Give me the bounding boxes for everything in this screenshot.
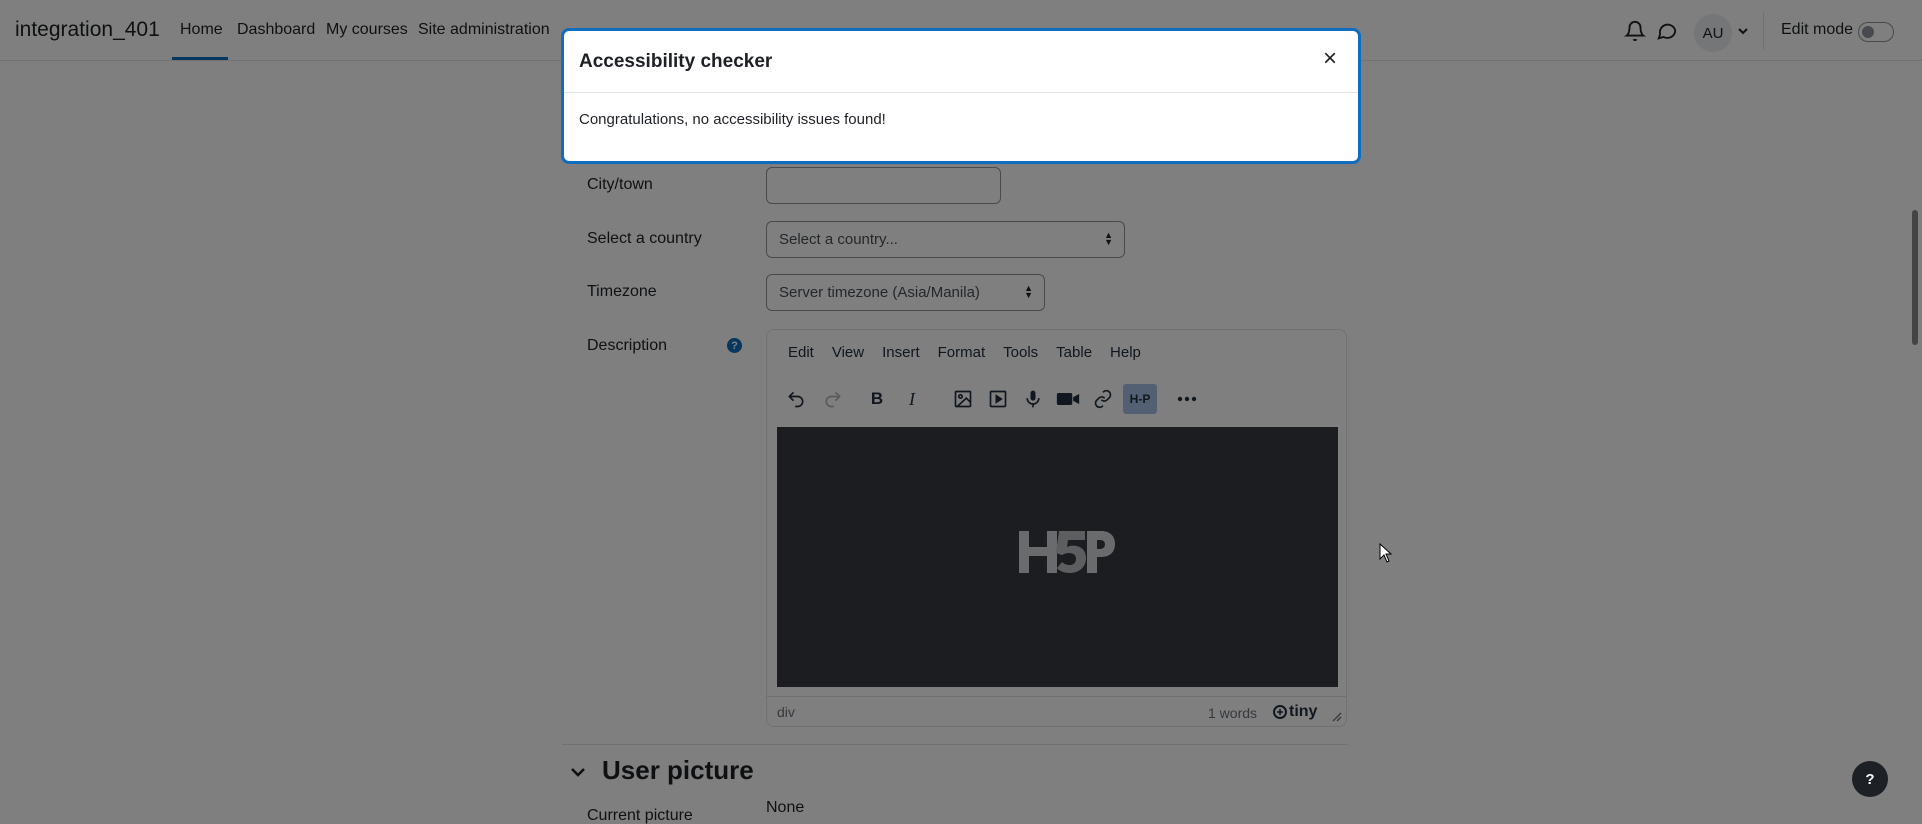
mouse-cursor-icon — [1379, 543, 1393, 563]
page-scrollbar[interactable] — [1912, 210, 1918, 345]
help-button[interactable]: ? — [1852, 761, 1888, 797]
close-icon[interactable]: × — [1318, 45, 1342, 75]
dialog-message: Congratulations, no accessibility issues… — [579, 111, 886, 128]
dialog-title: Accessibility checker — [579, 51, 773, 72]
dialog-header: Accessibility checker × — [564, 31, 1358, 93]
accessibility-checker-dialog: Accessibility checker × Congratulations,… — [561, 28, 1361, 164]
